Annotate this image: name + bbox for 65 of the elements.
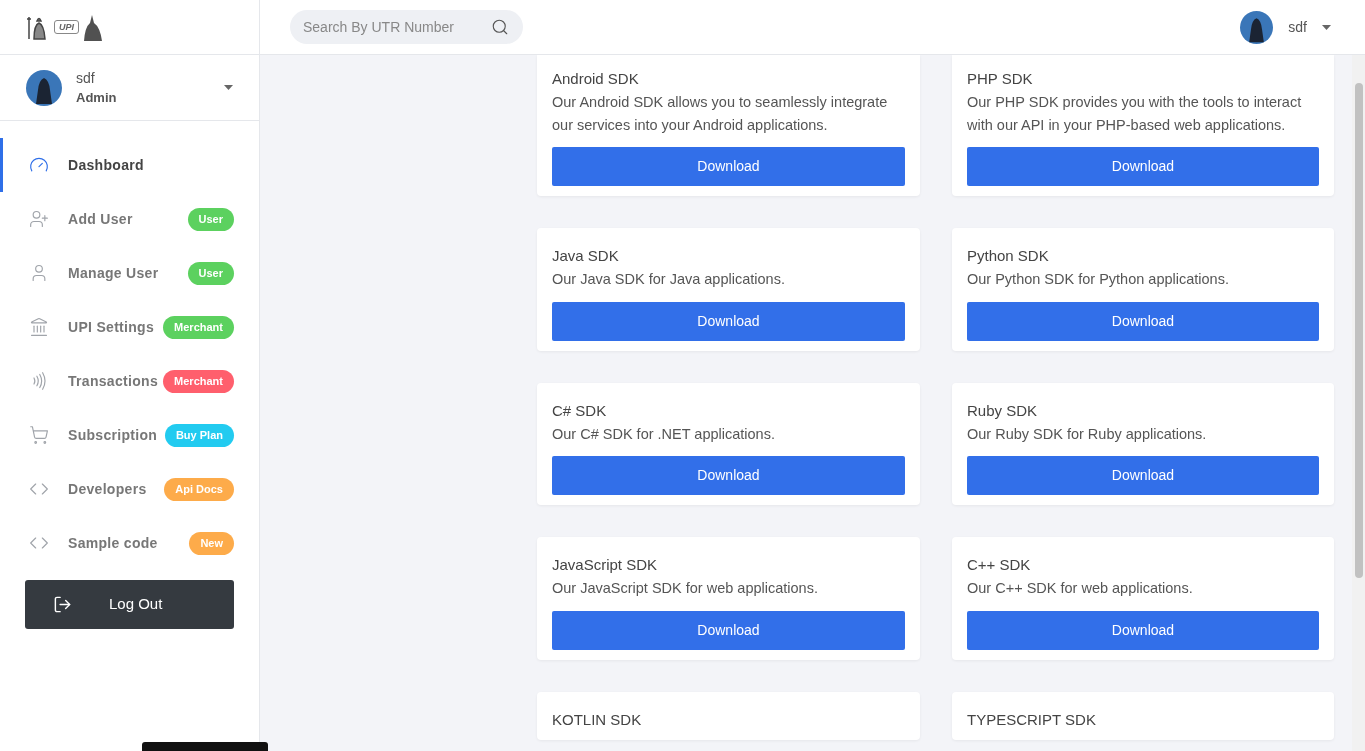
nav-label: Dashboard	[68, 155, 145, 175]
logout-button[interactable]: Log Out	[25, 580, 234, 629]
download-button[interactable]: Download	[552, 301, 905, 341]
nav-badge: User	[187, 207, 234, 231]
sdk-description: Our Ruby SDK for Ruby applications.	[967, 424, 1208, 444]
sdk-description: Our Python SDK for Python applications.	[967, 270, 1230, 289]
download-button[interactable]: Download	[967, 456, 1319, 495]
sdk-title: C# SDK	[552, 400, 608, 421]
nav-label: Sample code	[68, 533, 159, 553]
sdk-title: Java SDK	[552, 246, 620, 266]
logout-icon	[53, 595, 72, 614]
download-button[interactable]: Download	[552, 610, 905, 650]
nav-label: Subscription	[68, 425, 159, 445]
sdk-description: Our Android SDK allows you to seamlessly integrate our services into your Android applications.	[552, 93, 889, 135]
download-button[interactable]: Download	[967, 147, 1319, 186]
cart-icon	[29, 425, 49, 445]
nav-item[interactable]: Add User User	[0, 192, 259, 246]
nav-item[interactable]: UPI Settings Merchant	[0, 300, 259, 354]
caret-icon[interactable]	[1322, 24, 1331, 30]
scrollbar[interactable]	[1352, 55, 1365, 751]
nav-badge: New	[189, 531, 234, 555]
nav-item[interactable]: Sample code New	[0, 516, 259, 570]
user-role: Admin	[76, 88, 118, 107]
nav-item[interactable]: Developers Api Docs	[0, 462, 259, 516]
caret-icon[interactable]	[224, 85, 233, 90]
download-button[interactable]: Download	[552, 456, 905, 495]
bank-icon	[29, 317, 49, 337]
nav-badge: User	[187, 261, 234, 285]
download-button[interactable]: Download	[552, 147, 905, 186]
nav-label: Add User	[68, 209, 134, 229]
sdk-title: C++ SDK	[967, 555, 1032, 575]
header-user-name[interactable]: sdf	[1288, 16, 1307, 38]
sdk-title: Python SDK	[967, 246, 1050, 266]
download-button[interactable]: Download	[967, 301, 1319, 341]
nav-badge: Merchant	[163, 369, 234, 393]
nav-label: Transactions	[68, 371, 159, 391]
sdk-title: PHP SDK	[967, 69, 1034, 89]
sdk-description: Our JavaScript SDK for web applications.	[552, 579, 819, 598]
nav-item[interactable]: Manage User User	[0, 246, 259, 300]
nav-badge: Merchant	[163, 315, 234, 339]
search-field[interactable]: Search By UTR Number	[290, 10, 523, 44]
user-name: sdf	[76, 68, 96, 88]
sdk-title: KOTLIN SDK	[552, 709, 643, 730]
avatar-icon	[26, 69, 62, 106]
nav-item[interactable]: Dashboard	[0, 138, 259, 192]
nav-label: Manage User	[68, 263, 160, 283]
nav-label: Developers	[68, 479, 148, 499]
nav-badge: Api Docs	[164, 477, 234, 501]
sdk-title: JavaScript SDK	[552, 555, 659, 575]
upi-logo: UPI	[54, 20, 79, 34]
sdk-description: Our C++ SDK for web applications.	[967, 579, 1194, 598]
add-user-icon	[29, 209, 49, 229]
sdk-description: Our Java SDK for Java applications.	[552, 270, 786, 289]
search-icon[interactable]	[491, 18, 509, 36]
nav-item[interactable]: Transactions Merchant	[0, 354, 259, 408]
sdk-title: Android SDK	[552, 69, 640, 89]
nav-badge: Buy Plan	[164, 423, 234, 447]
sdk-title: TYPESCRIPT SDK	[967, 709, 1097, 730]
nav-item[interactable]: Subscription Buy Plan	[0, 408, 259, 462]
sdk-title: Ruby SDK	[967, 400, 1039, 421]
download-button[interactable]: Download	[967, 610, 1319, 650]
nav-label: UPI Settings	[68, 317, 156, 337]
sdk-description: Our PHP SDK provides you with the tools to interact with our API in your PHP-based web applications.	[967, 93, 1303, 135]
avatar-icon	[1240, 10, 1274, 44]
sdk-description: Our C# SDK for .NET applications.	[552, 424, 776, 444]
